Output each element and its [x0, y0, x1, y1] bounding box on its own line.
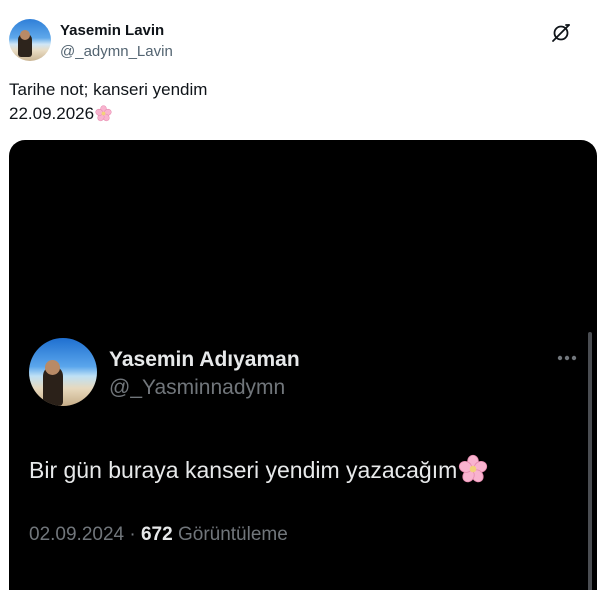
tweet-media-image[interactable]: Yasemin Adıyaman @_Yasminnadymn Bir gün … [9, 140, 597, 590]
embedded-text-body: Bir gün buraya kanseri yendim yazacağım [29, 457, 458, 483]
more-icon [557, 355, 577, 361]
embedded-author-name: Yasemin Adıyaman [109, 348, 300, 371]
embedded-tweet-text: Bir gün buraya kanseri yendim yazacağım [29, 454, 488, 484]
views-label: Görüntüleme [177, 524, 288, 545]
grok-icon[interactable] [550, 22, 572, 44]
views-count: 672 [140, 524, 173, 545]
tweet-date-text: 22.09.2026 [9, 104, 95, 123]
tweet-page: Yasemin Lavin @_adymn_Lavin Tarihe not; … [0, 0, 600, 590]
author-name[interactable]: Yasemin Lavin [60, 22, 164, 39]
tweet-text-line2: 22.09.2026 [9, 104, 112, 124]
author-avatar[interactable] [9, 19, 51, 61]
embedded-author-avatar [29, 338, 97, 406]
author-handle[interactable]: @_adymn_Lavin [60, 43, 173, 60]
scrollbar [588, 332, 592, 590]
meta-separator: · [124, 524, 141, 545]
cherry-blossom-icon [95, 105, 112, 122]
embedded-author-handle: @_Yasminnadymn [109, 376, 286, 399]
avatar-head [45, 360, 60, 375]
embedded-date: 02.09.2024 [29, 524, 125, 545]
avatar-head [20, 30, 30, 40]
embedded-tweet-meta: 02.09.2024 · 672 Görüntüleme [29, 524, 288, 546]
cherry-blossom-icon [459, 454, 488, 483]
tweet-text-line1: Tarihe not; kanseri yendim [9, 80, 208, 99]
